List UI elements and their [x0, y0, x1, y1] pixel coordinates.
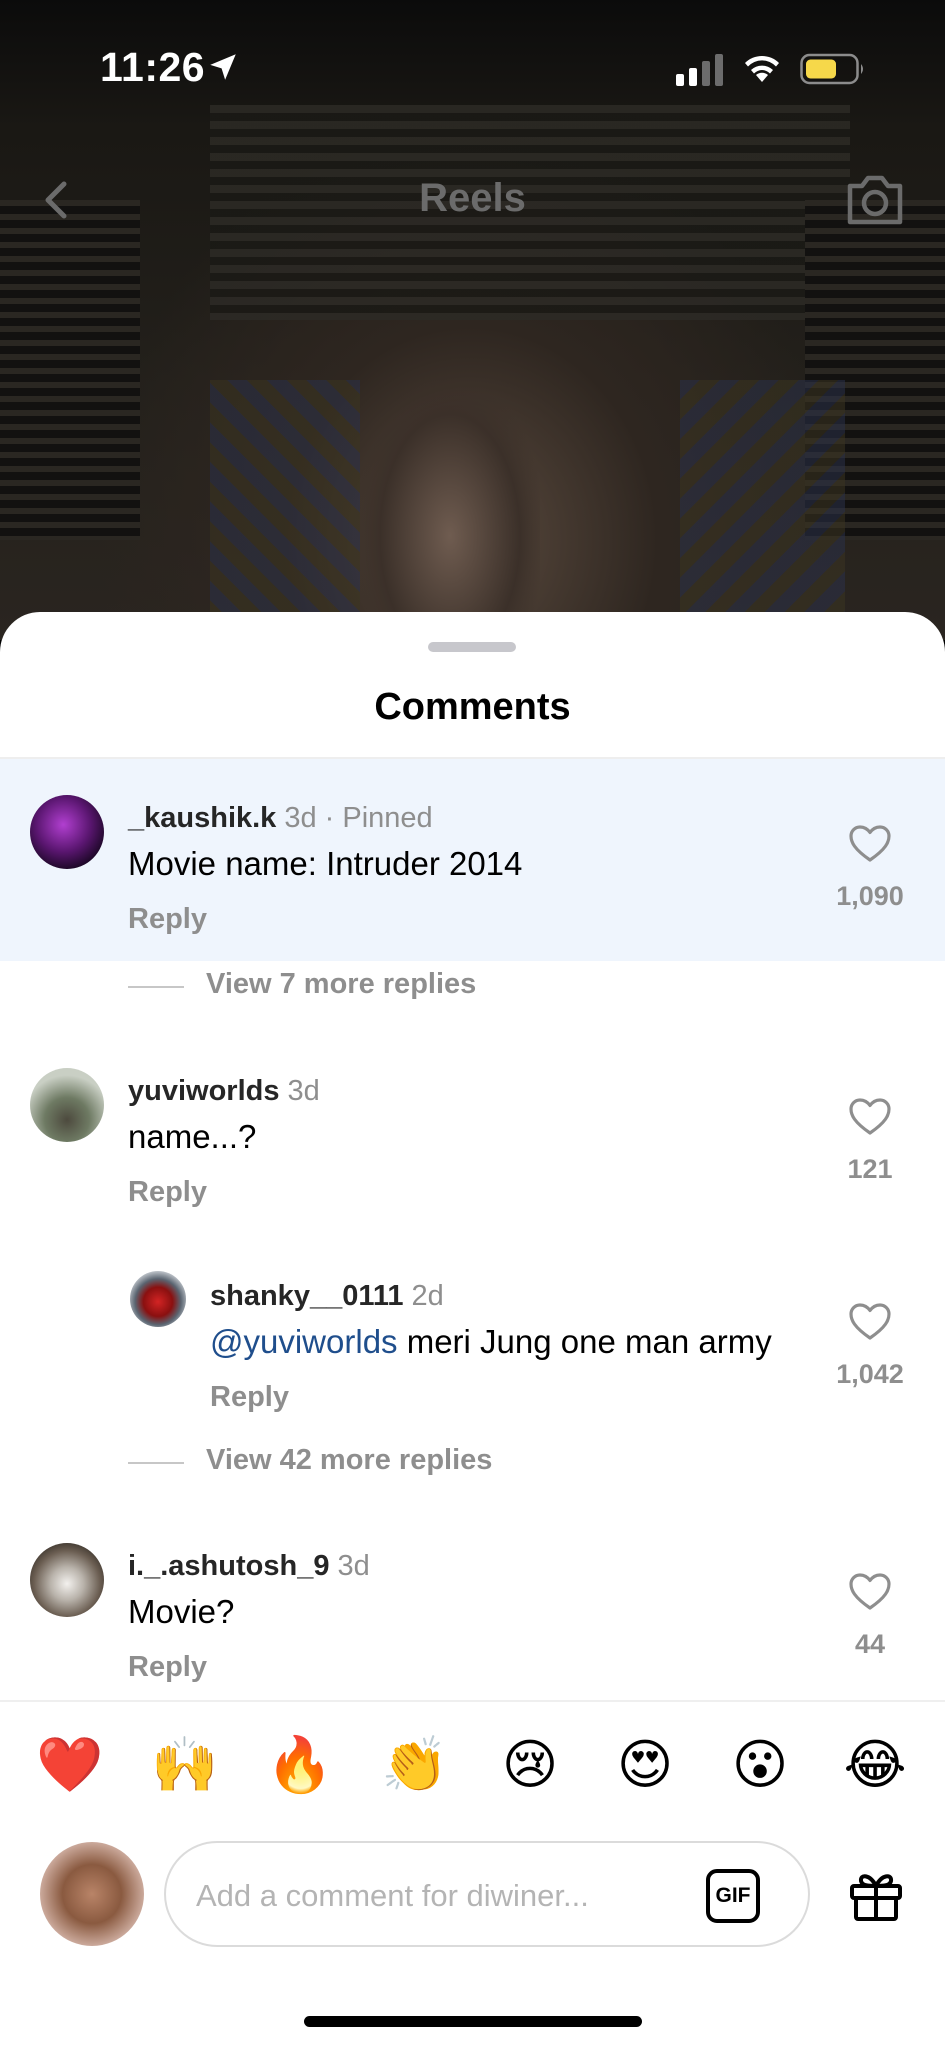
comment-username[interactable]: i._.ashutosh_9 3d: [128, 1550, 370, 1583]
replies-line: [128, 1462, 184, 1464]
comment-username[interactable]: yuviworlds 3d: [128, 1075, 320, 1108]
emoji-heart-eyes-button[interactable]: 😍: [605, 1730, 685, 1800]
location-arrow-icon: [210, 54, 236, 80]
avatar[interactable]: [130, 1271, 186, 1327]
cellular-signal-icon: [676, 54, 723, 86]
comment-username[interactable]: _kaushik.k 3d · Pinned: [128, 802, 433, 835]
comment-username-text[interactable]: i._.ashutosh_9: [128, 1550, 329, 1582]
emoji-surprised-button[interactable]: 😮: [720, 1730, 800, 1800]
comment-item-pinned: _kaushik.k 3d · Pinned Movie name: Intrud…: [0, 759, 945, 961]
wifi-icon: [745, 55, 779, 82]
view-more-replies-label[interactable]: View 7 more replies: [206, 968, 476, 1001]
like-button[interactable]: 1,090: [825, 825, 915, 912]
heart-outline-icon[interactable]: [849, 1303, 891, 1341]
reply-button[interactable]: Reply: [210, 1381, 289, 1414]
like-button[interactable]: 44: [825, 1573, 915, 1660]
comment-text: Movie name: Intruder 2014: [128, 845, 523, 882]
comment-username[interactable]: shanky__0111 2d: [210, 1280, 444, 1313]
view-more-replies-label[interactable]: View 42 more replies: [206, 1444, 492, 1477]
emoji-heart-button[interactable]: ❤️: [30, 1730, 110, 1800]
reply-button[interactable]: Reply: [128, 903, 207, 936]
comment-item: yuviworlds 3d name...? Reply 121: [0, 1032, 945, 1222]
heart-outline-icon[interactable]: [849, 1573, 891, 1611]
replies-line: [128, 986, 184, 988]
heart-outline-icon[interactable]: [849, 1098, 891, 1136]
comment-item: i._.ashutosh_9 3d Movie? Reply 44: [0, 1507, 945, 1697]
emoji-reaction-row: ❤️ 🙌 🔥 👏 😢 😍 😮 😂: [0, 1730, 945, 1810]
comment-input-field[interactable]: GIF: [164, 1841, 810, 1947]
comment-text: Movie?: [128, 1593, 235, 1630]
emoji-fire-button[interactable]: 🔥: [260, 1730, 340, 1800]
like-count: 1,042: [836, 1359, 904, 1389]
sheet-grabber[interactable]: [428, 642, 516, 652]
comments-sheet: Comments _kaushik.k 3d · Pinned Movie nam…: [0, 612, 945, 2048]
comment-text: @yuviworlds meri Jung one man army: [210, 1323, 772, 1361]
comment-text: name...?: [128, 1118, 257, 1155]
emoji-raised-hands-button[interactable]: 🙌: [145, 1730, 225, 1800]
like-button[interactable]: 1,042: [825, 1303, 915, 1390]
battery-icon: [800, 53, 863, 85]
camera-icon[interactable]: [844, 170, 906, 228]
comments-title: Comments: [374, 686, 571, 728]
comment-text-body: meri Jung one man army: [397, 1323, 772, 1360]
video-right-panel: [680, 380, 845, 640]
status-time: 11:26: [100, 44, 206, 90]
comment-meta: 3d: [337, 1550, 370, 1582]
gif-button[interactable]: GIF: [706, 1869, 760, 1923]
comment-meta: 3d · Pinned: [284, 802, 433, 834]
video-left-panel: [210, 380, 360, 640]
emoji-crying-button[interactable]: 😢: [490, 1730, 570, 1800]
comment-meta: 2d: [411, 1280, 444, 1312]
comment-username-text[interactable]: yuviworlds: [128, 1075, 280, 1107]
comment-meta: 3d: [287, 1075, 320, 1107]
emoji-clap-button[interactable]: 👏: [375, 1730, 455, 1800]
current-user-avatar: [40, 1842, 144, 1946]
home-indicator: [304, 2016, 642, 2027]
gift-icon[interactable]: [848, 1868, 904, 1922]
like-count: 44: [854, 1629, 886, 1659]
status-bar: 11:26: [0, 0, 945, 140]
avatar[interactable]: [30, 1068, 104, 1142]
like-count: 121: [847, 1154, 893, 1184]
mention-link[interactable]: @yuviworlds: [210, 1323, 398, 1360]
like-button[interactable]: 121: [825, 1098, 915, 1185]
comment-username-text[interactable]: _kaushik.k: [128, 802, 276, 834]
comment-reply-item: shanky__0111 2d @yuviworlds meri Jung one…: [0, 1237, 945, 1427]
comment-input[interactable]: [196, 1873, 666, 1919]
emoji-divider: [0, 1700, 945, 1702]
reply-button[interactable]: Reply: [128, 1651, 207, 1684]
like-count: 1,090: [836, 881, 904, 911]
avatar[interactable]: [30, 1543, 104, 1617]
video-left-slats: [0, 200, 140, 540]
avatar[interactable]: [30, 795, 104, 869]
comment-username-text[interactable]: shanky__0111: [210, 1280, 404, 1312]
reply-button[interactable]: Reply: [128, 1176, 207, 1209]
emoji-laughing-button[interactable]: 😂: [835, 1730, 915, 1800]
video-figure: [360, 380, 540, 640]
reels-title: Reels: [419, 176, 526, 220]
heart-outline-icon[interactable]: [849, 825, 891, 863]
